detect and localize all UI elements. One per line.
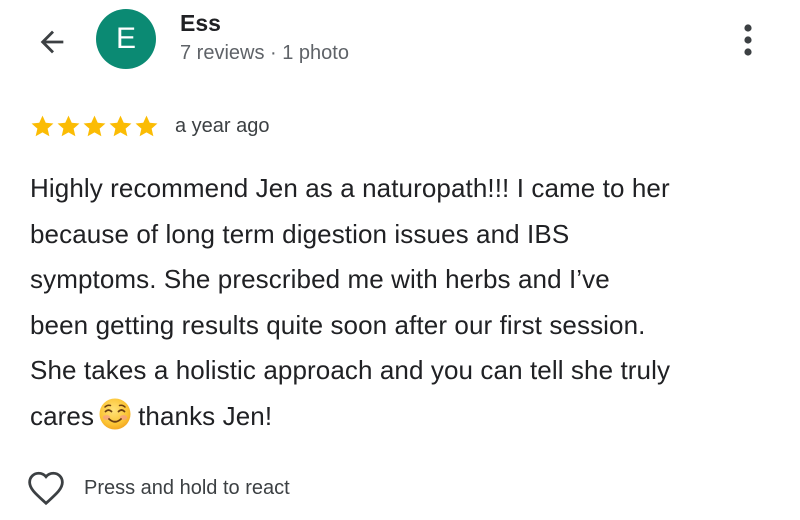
star-rating [30,114,159,139]
rating-row: a year ago [30,112,270,140]
reviewer-name[interactable]: Ess [180,10,221,37]
star-icon [109,115,132,136]
reviewer-avatar[interactable]: E [96,9,156,69]
back-button[interactable] [30,20,74,64]
review-text-line: symptoms. She prescribed me with herbs a… [30,264,610,294]
star-icon [57,115,80,136]
avatar-letter: E [115,22,136,55]
smiling-face-icon [99,398,131,429]
review-text-line-last: cares thanks Jen! [30,394,780,440]
star-icon [83,115,106,136]
react-button[interactable]: Press and hold to react [26,468,290,508]
star-icon [31,115,54,136]
review-header: E Ess 7 reviews · 1 photo [0,0,800,90]
review-text-fragment: cares [30,400,95,431]
arrow-left-icon [40,30,64,54]
more-vertical-icon [744,24,752,56]
reviewer-meta: 7 reviews · 1 photo [180,42,349,64]
review-text-line: because of long term digestion issues an… [30,218,570,249]
review-text-fragment: thanks Jen! [138,400,273,431]
review-text-line: She takes a holistic approach and you ca… [30,355,671,385]
heart-outline-icon [28,471,64,506]
review-text-line: Highly recommend Jen as a naturopath!!! … [30,173,670,203]
more-options-button[interactable] [728,18,768,62]
review-text-line: been getting results quite soon after ou… [30,309,646,340]
react-label: Press and hold to react [84,476,290,499]
star-icon [135,115,158,136]
review-time: a year ago [175,114,270,137]
review-text: Highly recommend Jen as a naturopath!!! … [30,166,780,439]
